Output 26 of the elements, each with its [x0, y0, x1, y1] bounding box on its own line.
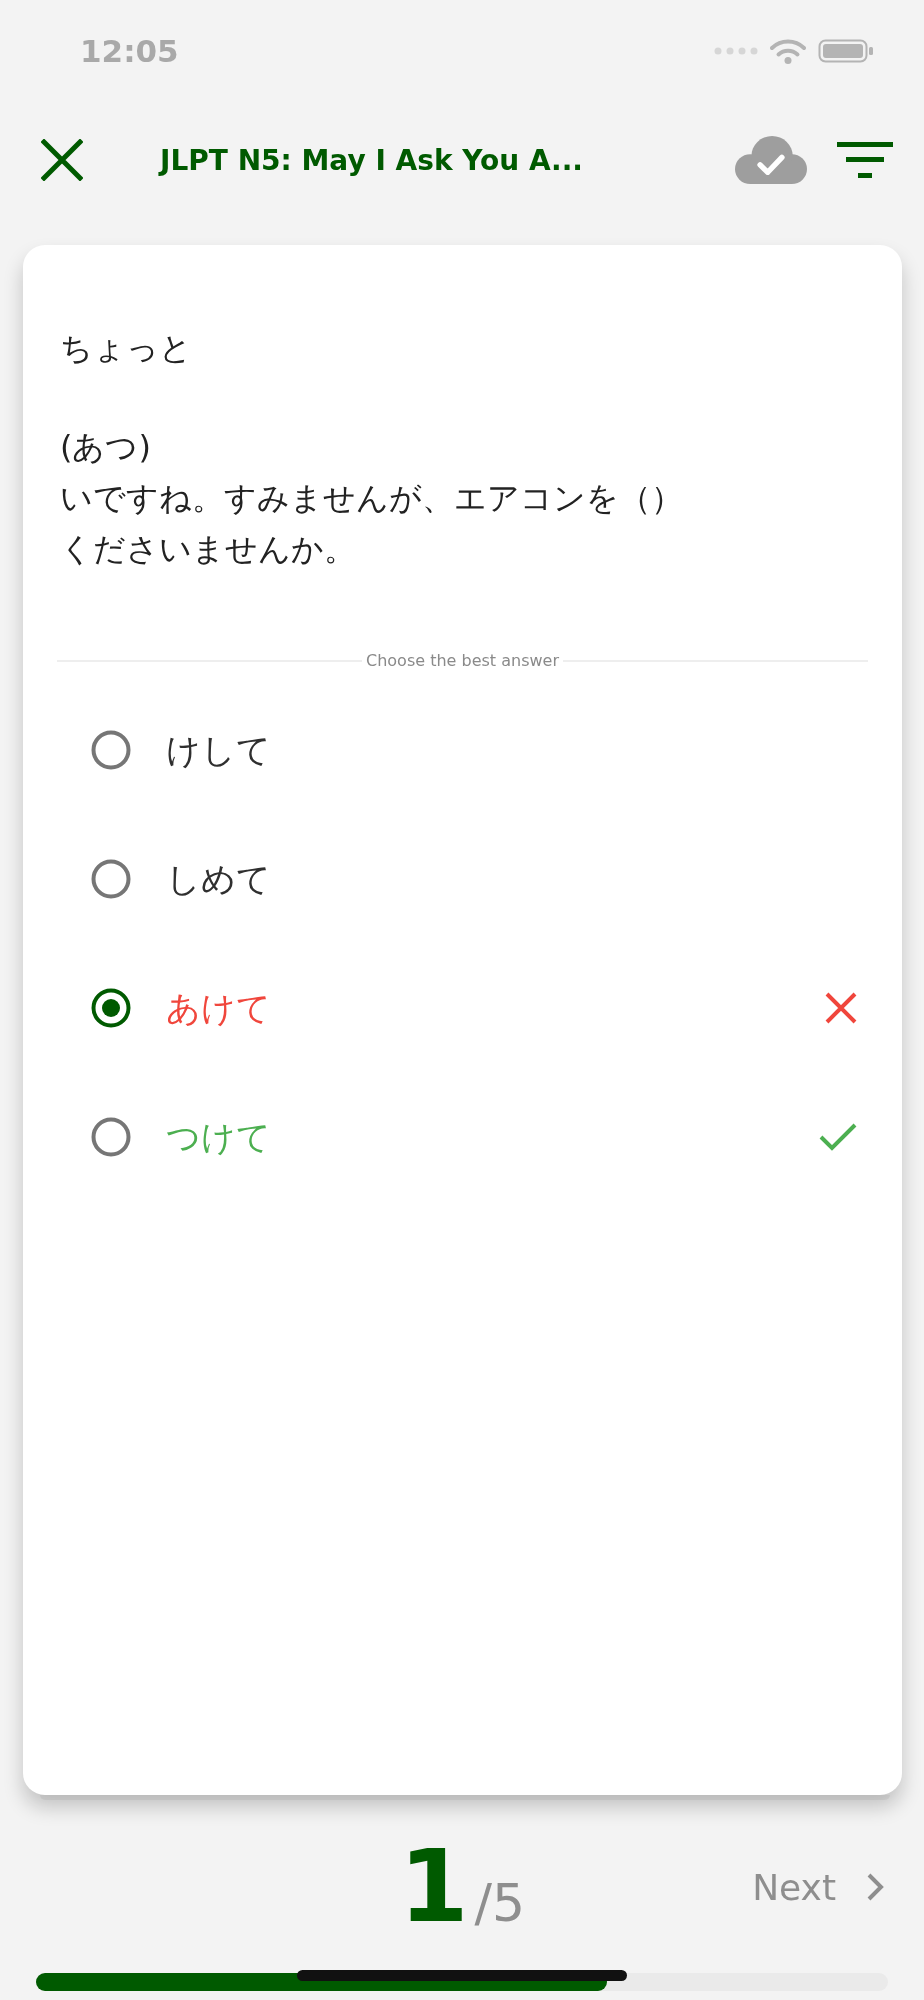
question-sentence: (あつ) いですね。すみませんが、エアコンを（） くださいませんか。: [59, 427, 683, 570]
check-icon: [819, 1122, 857, 1151]
radio-button[interactable]: [91, 1116, 131, 1157]
status-time: 12:05: [80, 33, 179, 69]
close-icon: [41, 139, 83, 181]
radio-button[interactable]: [91, 858, 131, 899]
battery-icon: [818, 39, 874, 63]
wifi-icon: [770, 38, 806, 64]
sync-button[interactable]: [735, 136, 807, 184]
filter-icon: [837, 142, 893, 178]
answer-option[interactable]: あけて: [166, 985, 271, 1030]
answer-option[interactable]: つけて: [166, 1114, 271, 1159]
instruction-label: Choose the best answer: [366, 651, 559, 671]
next-button[interactable]: Next: [752, 1866, 884, 1908]
prompt-text: ちょっと: [59, 328, 192, 369]
answer-option[interactable]: しめて: [166, 856, 271, 901]
radio-button[interactable]: [91, 729, 131, 770]
chevron-icon: [866, 1872, 884, 1902]
question-total: /5: [474, 1877, 526, 1929]
signal-icon: [714, 47, 758, 55]
answer-option[interactable]: けして: [166, 727, 271, 772]
current-question-number: 1: [398, 1837, 469, 1937]
cross-icon: [825, 991, 857, 1024]
radio-button[interactable]: [91, 987, 131, 1028]
cloud-check-icon: [735, 136, 807, 184]
lesson-title: JLPT N5: May I Ask You A...: [160, 143, 583, 177]
